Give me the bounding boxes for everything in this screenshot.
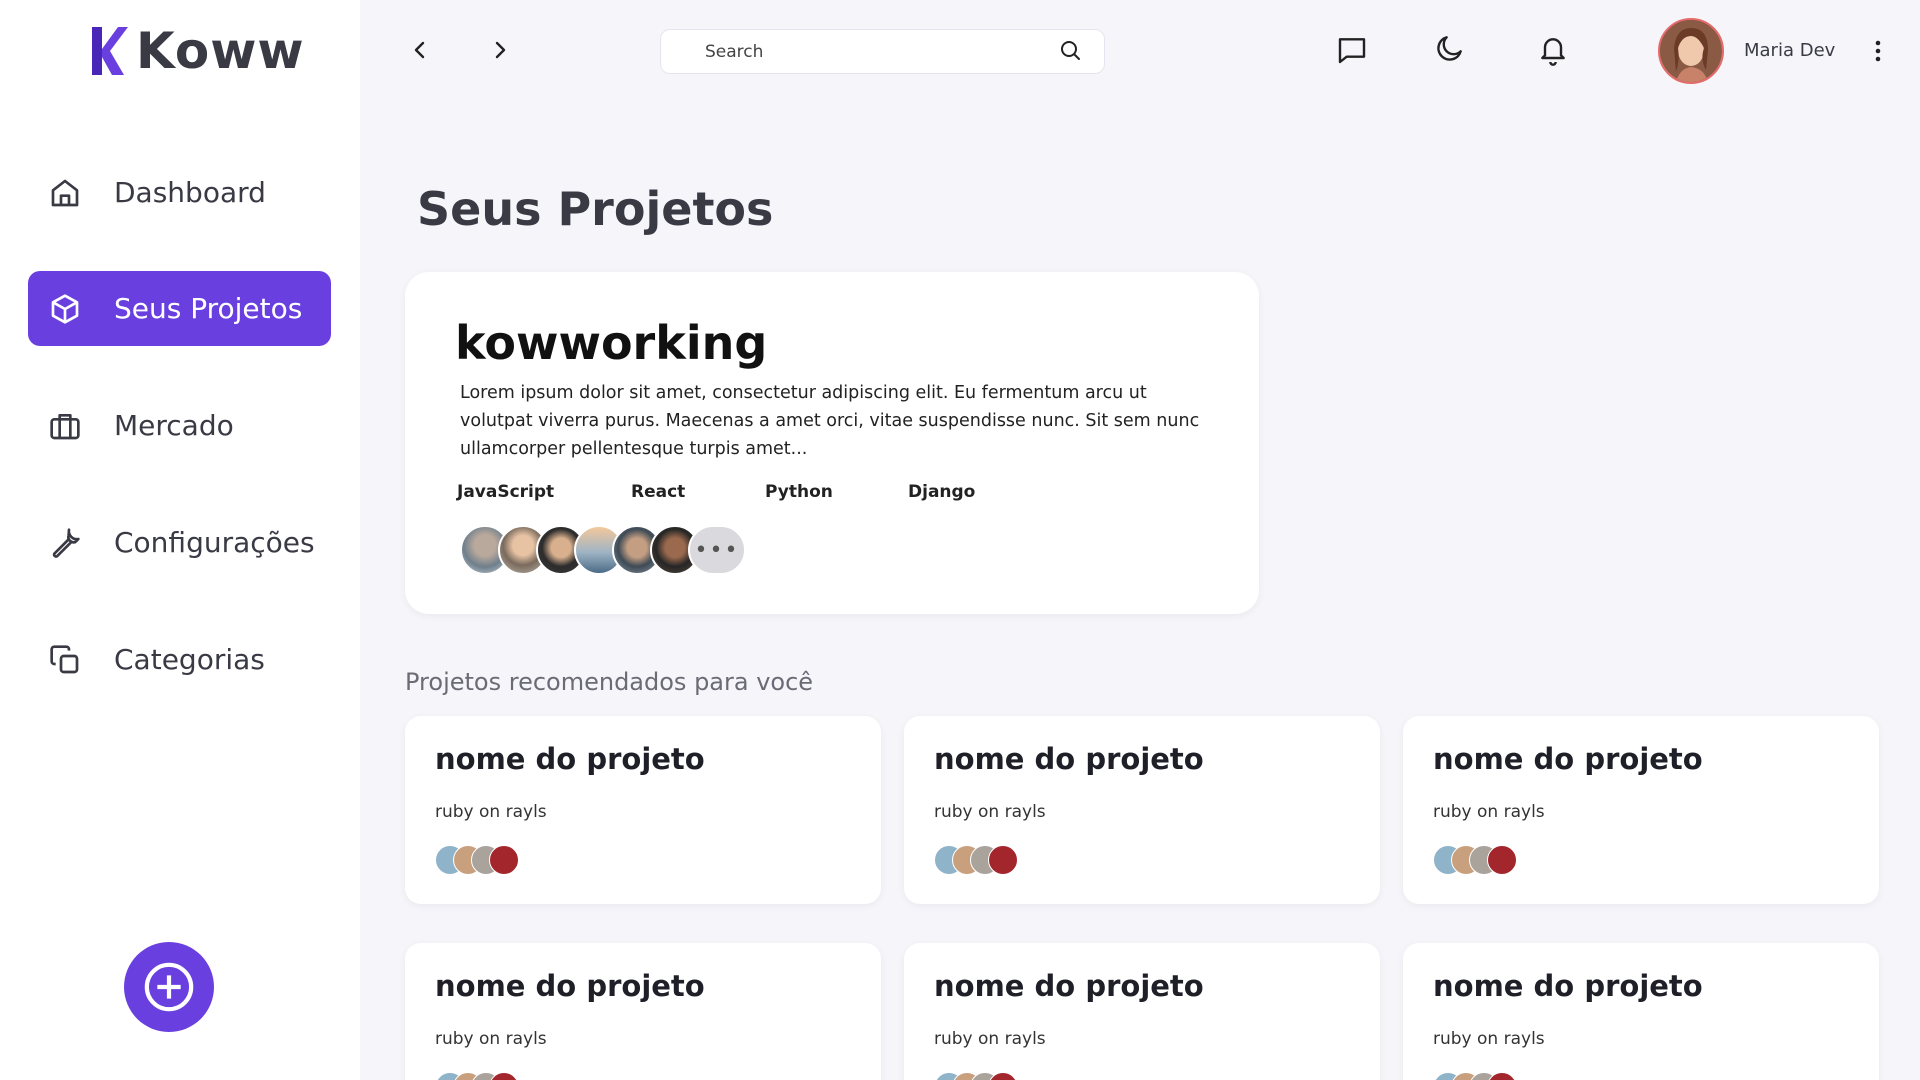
member-avatars xyxy=(435,845,519,875)
project-title: nome do projeto xyxy=(435,742,705,776)
project-card[interactable]: nome do projeto ruby on rayls xyxy=(904,716,1380,904)
add-project-button[interactable] xyxy=(124,942,214,1032)
avatar xyxy=(1487,845,1517,875)
logo[interactable]: Koww xyxy=(88,22,305,80)
forward-button[interactable] xyxy=(480,30,520,70)
project-subtitle: ruby on rayls xyxy=(934,1029,1046,1049)
project-title: nome do projeto xyxy=(934,969,1204,1003)
avatar xyxy=(988,845,1018,875)
project-card[interactable]: nome do projeto ruby on rayls xyxy=(904,943,1380,1080)
featured-project-card[interactable]: kowworking Lorem ipsum dolor sit amet, c… xyxy=(405,272,1259,614)
search-icon[interactable] xyxy=(1058,38,1082,66)
project-card[interactable]: nome do projeto ruby on rayls xyxy=(1403,716,1879,904)
page-title: Seus Projetos xyxy=(417,182,774,236)
project-title: nome do projeto xyxy=(1433,969,1703,1003)
message-icon xyxy=(1338,38,1366,64)
tag: Python xyxy=(765,482,833,502)
user-avatar[interactable] xyxy=(1658,18,1724,84)
tech-tags: JavaScript React Python Django xyxy=(457,482,975,502)
project-card[interactable]: nome do projeto ruby on rayls xyxy=(405,716,881,904)
bell-icon xyxy=(1541,38,1565,66)
more-options-button[interactable] xyxy=(1858,31,1898,71)
project-subtitle: ruby on rayls xyxy=(934,802,1046,822)
sidebar-item-mercado[interactable]: Mercado xyxy=(28,388,331,463)
messages-button[interactable] xyxy=(1332,30,1372,70)
wrench-icon xyxy=(48,526,82,560)
member-avatars xyxy=(934,845,1018,875)
more-members-button[interactable]: ••• xyxy=(688,525,746,575)
member-avatars: ••• xyxy=(460,525,746,575)
user-name[interactable]: Maria Dev xyxy=(1744,40,1835,61)
featured-project-title: kowworking xyxy=(455,316,768,370)
logo-icon xyxy=(92,27,128,75)
tag: React xyxy=(631,482,686,502)
project-card[interactable]: nome do projeto ruby on rayls xyxy=(405,943,881,1080)
member-avatars xyxy=(435,1072,519,1080)
project-title: nome do projeto xyxy=(435,969,705,1003)
chevron-left-icon xyxy=(414,41,425,59)
sidebar-item-label: Categorias xyxy=(114,643,265,676)
box-icon xyxy=(48,292,82,326)
tag: Django xyxy=(908,482,976,502)
search-input[interactable] xyxy=(705,41,1058,62)
sidebar-item-label: Mercado xyxy=(114,409,234,442)
featured-project-description: Lorem ipsum dolor sit amet, consectetur … xyxy=(460,383,1200,459)
notifications-button[interactable] xyxy=(1533,30,1573,70)
logo-text: Koww xyxy=(136,22,305,80)
sidebar-item-configuracoes[interactable]: Configurações xyxy=(28,505,331,580)
project-title: nome do projeto xyxy=(1433,742,1703,776)
member-avatars xyxy=(934,1072,1018,1080)
member-avatars xyxy=(1433,1072,1517,1080)
member-avatars xyxy=(1433,845,1517,875)
sidebar: Koww Dashboard Seus Projetos Mercado Con… xyxy=(0,0,360,1080)
sidebar-item-categorias[interactable]: Categorias xyxy=(28,622,331,697)
sidebar-item-label: Dashboard xyxy=(114,176,266,209)
sidebar-item-dashboard[interactable]: Dashboard xyxy=(28,155,331,230)
back-button[interactable] xyxy=(400,30,440,70)
search-bar xyxy=(660,29,1105,74)
briefcase-icon xyxy=(48,409,82,443)
sidebar-item-label: Configurações xyxy=(114,526,315,559)
plus-circle-icon xyxy=(144,962,194,1012)
project-subtitle: ruby on rayls xyxy=(435,802,547,822)
moon-icon xyxy=(1437,36,1462,61)
more-vertical-icon xyxy=(1875,40,1881,62)
project-subtitle: ruby on rayls xyxy=(435,1029,547,1049)
sidebar-item-label: Seus Projetos xyxy=(114,292,303,325)
dark-mode-toggle[interactable] xyxy=(1430,28,1470,68)
project-subtitle: ruby on rayls xyxy=(1433,1029,1545,1049)
project-title: nome do projeto xyxy=(934,742,1204,776)
project-card[interactable]: nome do projeto ruby on rayls xyxy=(1403,943,1879,1080)
copy-icon xyxy=(48,643,82,677)
recommended-section-title: Projetos recomendados para você xyxy=(405,668,814,696)
sidebar-item-seus-projetos[interactable]: Seus Projetos xyxy=(28,271,331,346)
home-icon xyxy=(48,176,82,210)
chevron-right-icon xyxy=(495,41,506,59)
avatar xyxy=(489,845,519,875)
project-subtitle: ruby on rayls xyxy=(1433,802,1545,822)
tag: JavaScript xyxy=(457,482,555,502)
